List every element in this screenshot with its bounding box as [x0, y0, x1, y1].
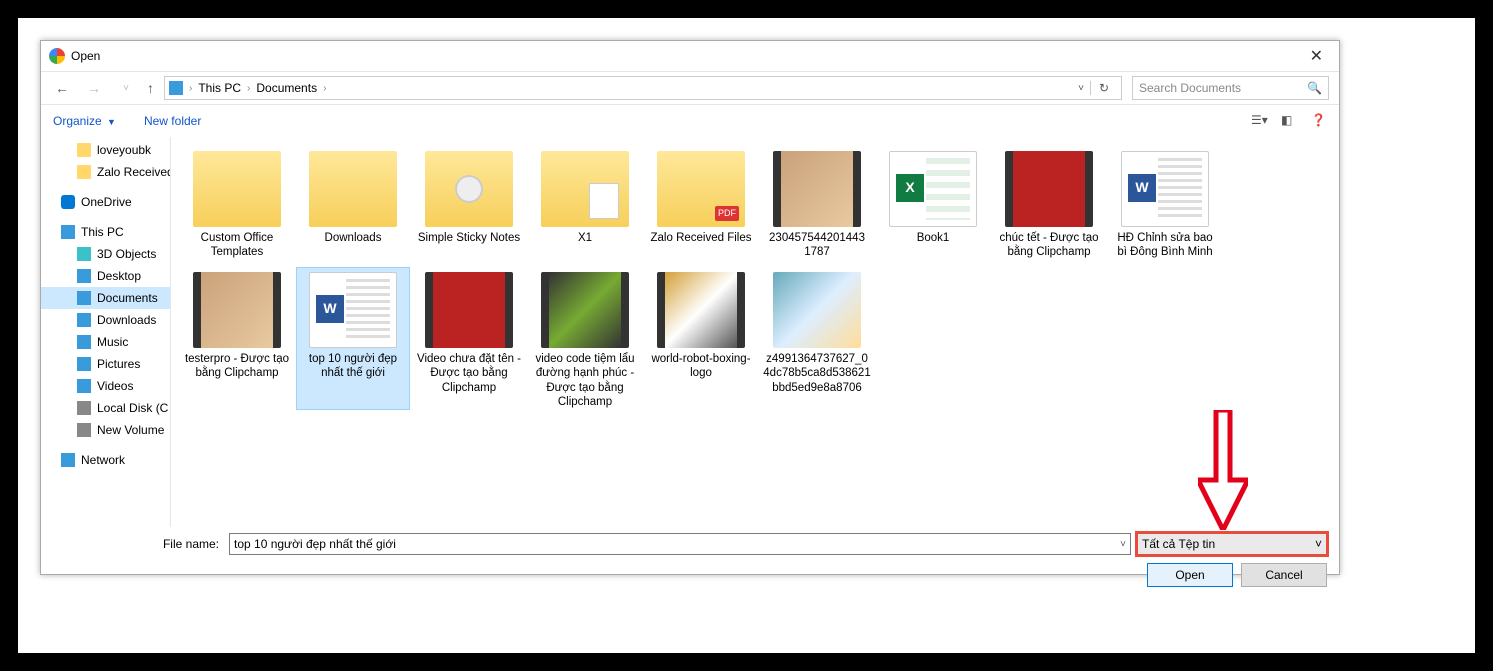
- forward-button[interactable]: →: [83, 80, 105, 96]
- up-button[interactable]: ↑: [147, 80, 154, 96]
- file-item[interactable]: Custom Office Templates: [181, 147, 293, 260]
- videos-icon: [77, 379, 91, 393]
- file-item[interactable]: world-robot-boxing-logo: [645, 268, 757, 410]
- sidebar-item-loveyoubk[interactable]: loveyoubk: [41, 139, 170, 161]
- sidebar-item-network[interactable]: Network: [41, 449, 170, 471]
- view-menu-icon[interactable]: ☰▾: [1251, 113, 1267, 129]
- breadcrumb-root[interactable]: This PC: [194, 81, 245, 95]
- sidebar-item-zalo[interactable]: Zalo Received: [41, 161, 170, 183]
- back-button[interactable]: ←: [51, 80, 73, 96]
- network-icon: [61, 453, 75, 467]
- pc-icon: [61, 225, 75, 239]
- toolbar: Organize ▼ New folder ☰▾ ◧ ❓: [41, 105, 1339, 137]
- documents-icon: [77, 291, 91, 305]
- 3d-icon: [77, 247, 91, 261]
- file-item[interactable]: z4991364737627_04dc78b5ca8d538621bbd5ed9…: [761, 268, 873, 410]
- cancel-button[interactable]: Cancel: [1241, 563, 1327, 587]
- folder-icon: [425, 151, 513, 227]
- image-icon: [657, 272, 745, 348]
- chevron-down-icon: ˅: [1315, 537, 1322, 551]
- folder-icon: [77, 143, 91, 157]
- titlebar: Open ✕: [41, 41, 1339, 71]
- help-icon[interactable]: ❓: [1311, 113, 1327, 129]
- refresh-button[interactable]: ↻: [1090, 81, 1117, 95]
- sidebar-item-localdisk[interactable]: Local Disk (C: [41, 397, 170, 419]
- file-item[interactable]: Book1: [877, 147, 989, 260]
- file-item[interactable]: video code tiệm lẩu đường hạnh phúc - Đư…: [529, 268, 641, 410]
- filename-input[interactable]: top 10 người đẹp nhất thế giới˅: [229, 533, 1131, 555]
- sidebar: loveyoubk Zalo Received OneDrive This PC…: [41, 137, 171, 527]
- sidebar-item-thispc[interactable]: This PC: [41, 221, 170, 243]
- sidebar-item-music[interactable]: Music: [41, 331, 170, 353]
- chevron-down-icon[interactable]: ˅: [1120, 539, 1126, 550]
- file-item[interactable]: Zalo Received Files: [645, 147, 757, 260]
- word-icon: [1121, 151, 1209, 227]
- sidebar-item-newvolume[interactable]: New Volume: [41, 419, 170, 441]
- file-item[interactable]: X1: [529, 147, 641, 260]
- filetype-filter[interactable]: Tất cả Tệp tin˅: [1137, 533, 1327, 555]
- folder-icon: [657, 151, 745, 227]
- recent-dropdown[interactable]: ˅: [115, 83, 137, 94]
- file-item[interactable]: HĐ Chỉnh sửa bao bì Đông Bình Minh: [1109, 147, 1221, 260]
- folder-icon: [309, 151, 397, 227]
- close-button[interactable]: ✕: [1302, 46, 1331, 66]
- file-item[interactable]: Downloads: [297, 147, 409, 260]
- sidebar-item-documents[interactable]: Documents: [41, 287, 170, 309]
- chevron-right-icon: ›: [187, 83, 194, 94]
- preview-pane-icon[interactable]: ◧: [1281, 113, 1297, 129]
- chevron-right-icon: ›: [245, 83, 252, 94]
- file-item[interactable]: Simple Sticky Notes: [413, 147, 525, 260]
- video-icon: [1005, 151, 1093, 227]
- sidebar-item-onedrive[interactable]: OneDrive: [41, 191, 170, 213]
- folder-icon: [541, 151, 629, 227]
- desktop-icon: [77, 269, 91, 283]
- breadcrumb-folder[interactable]: Documents: [252, 81, 321, 95]
- pictures-icon: [77, 357, 91, 371]
- file-item[interactable]: chúc tết - Được tạo bằng Clipchamp: [993, 147, 1105, 260]
- disk-icon: [77, 423, 91, 437]
- music-icon: [77, 335, 91, 349]
- sidebar-item-3dobjects[interactable]: 3D Objects: [41, 243, 170, 265]
- word-icon: [309, 272, 397, 348]
- sidebar-item-videos[interactable]: Videos: [41, 375, 170, 397]
- video-icon: [773, 151, 861, 227]
- open-button[interactable]: Open: [1147, 563, 1233, 587]
- organize-menu[interactable]: Organize ▼: [53, 114, 116, 128]
- chevron-right-icon: ›: [321, 83, 328, 94]
- file-item[interactable]: 230457544201443 1787: [761, 147, 873, 260]
- disk-icon: [77, 401, 91, 415]
- excel-icon: [889, 151, 977, 227]
- path-box[interactable]: › This PC › Documents › ˅ ↻: [164, 76, 1122, 100]
- dialog-title: Open: [71, 49, 100, 63]
- folder-icon: [77, 165, 91, 179]
- sidebar-item-desktop[interactable]: Desktop: [41, 265, 170, 287]
- file-pane: Custom Office Templates Downloads Simple…: [171, 137, 1339, 527]
- sidebar-item-pictures[interactable]: Pictures: [41, 353, 170, 375]
- image-icon: [773, 272, 861, 348]
- file-item[interactable]: testerpro - Được tạo bằng Clipchamp: [181, 268, 293, 410]
- onedrive-icon: [61, 195, 75, 209]
- folder-icon: [193, 151, 281, 227]
- address-bar: ← → ˅ ↑ › This PC › Documents › ˅ ↻ Sear…: [41, 71, 1339, 105]
- filename-label: File name:: [53, 537, 223, 551]
- search-placeholder: Search Documents: [1139, 81, 1307, 95]
- search-icon: 🔍: [1307, 81, 1322, 95]
- file-item[interactable]: Video chưa đặt tên - Được tạo bằng Clipc…: [413, 268, 525, 410]
- path-dropdown[interactable]: ˅: [1072, 83, 1090, 94]
- video-icon: [193, 272, 281, 348]
- file-item-selected[interactable]: top 10 người đẹp nhất thế giới: [297, 268, 409, 410]
- new-folder-button[interactable]: New folder: [144, 114, 201, 128]
- open-dialog: Open ✕ ← → ˅ ↑ › This PC › Documents › ˅…: [40, 40, 1340, 575]
- video-icon: [541, 272, 629, 348]
- pc-icon: [169, 81, 183, 95]
- bottom-panel: File name: top 10 người đẹp nhất thế giớ…: [41, 527, 1339, 597]
- search-input[interactable]: Search Documents 🔍: [1132, 76, 1329, 100]
- downloads-icon: [77, 313, 91, 327]
- video-icon: [425, 272, 513, 348]
- sidebar-item-downloads[interactable]: Downloads: [41, 309, 170, 331]
- chrome-icon: [49, 48, 65, 64]
